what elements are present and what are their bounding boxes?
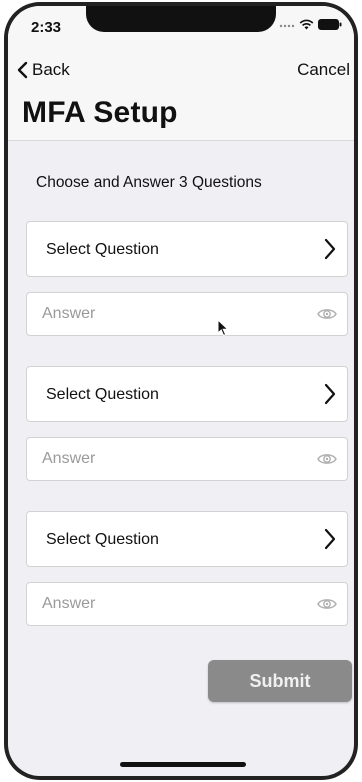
screen: 2:33 Back Cancel MFA Setup Choose and An… (8, 6, 354, 776)
select-question-2[interactable]: Select Question (26, 366, 348, 422)
home-indicator[interactable] (120, 762, 246, 767)
device-notch (86, 6, 276, 32)
battery-icon (318, 19, 342, 30)
select-question-label: Select Question (46, 531, 159, 548)
mouse-pointer-icon (217, 319, 229, 337)
select-question-label: Select Question (46, 241, 159, 258)
eye-icon[interactable] (317, 596, 337, 612)
back-label: Back (32, 60, 70, 79)
status-icons (279, 19, 342, 30)
cancel-button[interactable]: Cancel (297, 60, 350, 80)
select-question-3[interactable]: Select Question (26, 511, 348, 567)
wifi-icon (299, 19, 314, 30)
back-button[interactable]: Back (16, 60, 70, 80)
eye-icon[interactable] (317, 306, 337, 322)
select-question-1[interactable]: Select Question (26, 221, 348, 277)
answer-field-3[interactable] (26, 582, 348, 626)
answer-field-2[interactable] (26, 437, 348, 481)
page-title: MFA Setup (22, 96, 178, 129)
chevron-right-icon (324, 238, 336, 260)
answer-input[interactable] (27, 438, 297, 480)
answer-field-1[interactable] (26, 292, 348, 336)
answer-input[interactable] (27, 293, 297, 335)
instruction-text: Choose and Answer 3 Questions (36, 174, 262, 191)
signal-dots-icon (279, 24, 295, 27)
status-time: 2:33 (31, 19, 62, 36)
navigation-header: 2:33 Back Cancel MFA Setup (8, 6, 354, 141)
device-frame: 2:33 Back Cancel MFA Setup Choose and An… (4, 2, 358, 780)
eye-icon[interactable] (317, 451, 337, 467)
chevron-left-icon (17, 61, 28, 79)
chevron-right-icon (324, 528, 336, 550)
chevron-right-icon (324, 383, 336, 405)
answer-input[interactable] (27, 583, 297, 625)
submit-button[interactable]: Submit (208, 660, 352, 702)
select-question-label: Select Question (46, 386, 159, 403)
